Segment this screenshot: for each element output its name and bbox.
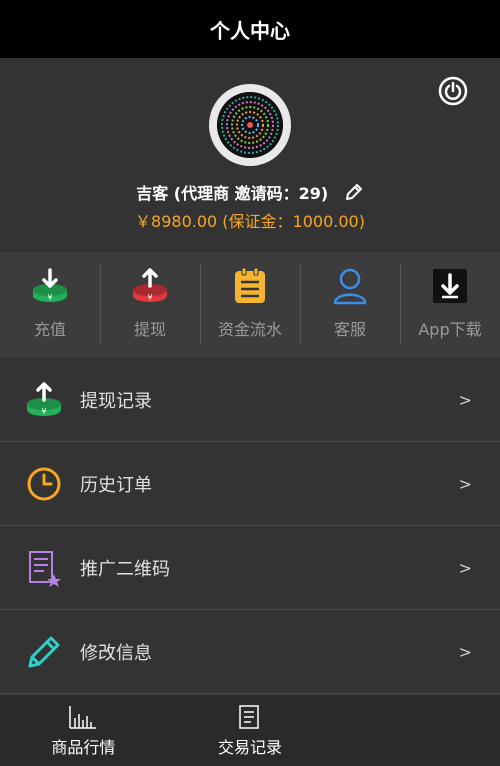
edit-icon[interactable] <box>344 182 364 202</box>
user-name-row: 吉客 (代理商 邀请码：29) <box>0 180 500 204</box>
balance-line: ￥8980.00 (保证金：1000.00) <box>135 212 365 231</box>
menu-list: ¥ 提现记录 > 历史订单 > 推广二维码 > 修改信息 > <box>0 358 500 694</box>
nav-trade-records[interactable]: 交易记录 <box>167 695 334 766</box>
pencil-icon <box>28 636 60 667</box>
menu-label: 历史订单 <box>80 474 152 496</box>
download-icon <box>433 269 467 303</box>
avatar-image <box>217 92 283 158</box>
top-bar: 个人中心 <box>0 0 500 58</box>
quick-withdraw[interactable]: ¥ 提现 <box>100 252 200 358</box>
qrcode-doc-icon <box>29 550 61 587</box>
clock-icon <box>27 467 61 500</box>
chevron-right-icon: > <box>458 642 472 661</box>
menu-order-history[interactable]: 历史订单 > <box>0 442 500 526</box>
quick-actions: ¥ 充值 ¥ 提现 资金流水 客服 App下载 <box>0 252 500 358</box>
menu-label: 提现记录 <box>80 390 152 412</box>
chevron-right-icon: > <box>458 390 472 409</box>
user-name: 吉客 (代理商 邀请码：29) <box>136 184 329 203</box>
quick-label: 提现 <box>133 320 166 339</box>
avatar[interactable] <box>209 84 291 166</box>
quick-service[interactable]: 客服 <box>300 252 400 358</box>
quick-label: 客服 <box>333 320 366 339</box>
withdraw-record-icon: ¥ <box>27 381 61 416</box>
power-icon[interactable] <box>438 76 468 106</box>
quick-label: App下载 <box>418 320 482 339</box>
nav-empty-slot <box>333 695 500 766</box>
menu-withdraw-record[interactable]: ¥ 提现记录 > <box>0 358 500 442</box>
recharge-icon: ¥ <box>33 268 67 302</box>
menu-label: 推广二维码 <box>80 558 170 580</box>
profile-panel: 吉客 (代理商 邀请码：29) ￥8980.00 (保证金：1000.00) <box>0 58 500 252</box>
ledger-icon <box>235 267 265 303</box>
menu-edit-info[interactable]: 修改信息 > <box>0 610 500 694</box>
menu-label: 修改信息 <box>80 642 152 664</box>
nav-label: 交易记录 <box>218 737 283 757</box>
page-title: 个人中心 <box>210 18 290 43</box>
menu-promo-qrcode[interactable]: 推广二维码 > <box>0 526 500 610</box>
quick-recharge[interactable]: ¥ 充值 <box>0 252 100 358</box>
user-icon <box>333 268 367 305</box>
svg-text:¥: ¥ <box>47 293 52 302</box>
svg-text:¥: ¥ <box>41 407 46 416</box>
nav-market[interactable]: 商品行情 <box>0 695 167 766</box>
records-icon <box>239 704 259 729</box>
chevron-right-icon: > <box>458 474 472 493</box>
chart-icon <box>69 705 97 729</box>
quick-ledger[interactable]: 资金流水 <box>200 252 300 358</box>
withdraw-icon: ¥ <box>133 268 167 302</box>
nav-label: 商品行情 <box>51 737 116 757</box>
svg-text:¥: ¥ <box>147 293 152 302</box>
quick-label: 充值 <box>33 320 66 339</box>
bottom-nav: 商品行情 交易记录 <box>0 694 500 766</box>
quick-label: 资金流水 <box>217 320 282 339</box>
chevron-right-icon: > <box>458 558 472 577</box>
quick-app-download[interactable]: App下载 <box>400 252 500 358</box>
